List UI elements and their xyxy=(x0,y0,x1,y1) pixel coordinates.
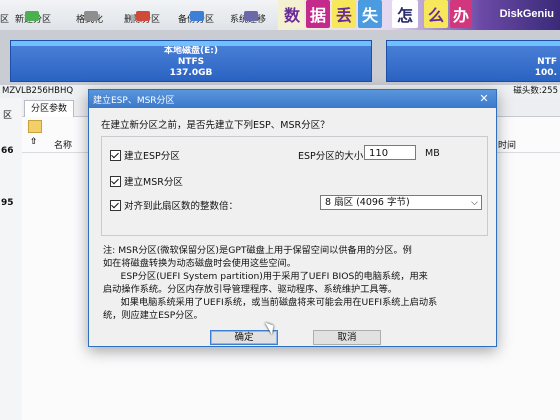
dialog-title-bar[interactable]: 建立ESP、MSR分区 ✕ xyxy=(89,90,496,108)
note-line: 注: MSR分区(微软保留分区)是GPT磁盘上用于保留空间以供备用的分区。例 xyxy=(103,245,412,256)
banner-tile: 么 xyxy=(424,0,448,28)
ok-button[interactable]: 确定 xyxy=(210,330,278,345)
align-checkbox[interactable]: 对齐到此扇区数的整数倍： xyxy=(110,198,238,212)
ad-banner[interactable]: 数 据 丢 失 怎 么 办 DiskGeniu xyxy=(278,0,560,30)
banner-tile: 数 xyxy=(280,0,304,28)
esp-checkbox-label: 建立ESP分区 xyxy=(124,151,180,162)
align-checkbox-label: 对齐到此扇区数的整数倍： xyxy=(124,201,239,212)
msr-checkbox[interactable]: 建立MSR分区 xyxy=(110,174,183,188)
banner-tile: 据 xyxy=(306,0,330,28)
note-line: ESP分区(UEFI System partition)用于采用了UEFI BI… xyxy=(103,271,428,282)
backup-partition-button[interactable]: 备份分区 xyxy=(178,11,214,25)
banner-tile: 丢 xyxy=(332,0,356,28)
format-icon xyxy=(84,11,98,21)
checkbox-checked-icon[interactable] xyxy=(110,175,121,187)
cancel-button[interactable]: 取消 xyxy=(313,330,381,345)
partition-size: 100. xyxy=(534,68,557,78)
tab-partition-params[interactable]: 分区参数 xyxy=(24,100,75,117)
partition-name: 本地磁盘(E:) xyxy=(164,46,218,56)
align-sector-select[interactable]: 8 扇区 (4096 字节) ⌵ xyxy=(320,195,482,210)
esp-size-label: ESP分区的大小: xyxy=(298,151,367,162)
esp-checkbox[interactable]: 建立ESP分区 xyxy=(110,148,180,162)
delete-icon xyxy=(136,11,150,21)
main-toolbar: 区 新建分区 格式化 删除分区 备份分区 系统迁移 数 据 丢 失 怎 么 办 … xyxy=(0,0,560,30)
partition-usage-strip xyxy=(387,41,560,46)
tree-marker: 区 xyxy=(3,111,13,121)
tree-marker: 95 xyxy=(1,198,14,208)
dialog-title: 建立ESP、MSR分区 xyxy=(93,96,175,106)
disk-map: 本地磁盘(E:) NTFS 137.0GB NTF 100. xyxy=(0,30,560,85)
folder-icon xyxy=(28,120,42,133)
partition-fs: NTFS xyxy=(177,57,205,67)
format-button[interactable]: 格式化 xyxy=(76,11,103,25)
note-line: 启动操作系统。分区内存放引导管理程序、驱动程序、系统维护工具等。 xyxy=(103,284,397,295)
dialog-body: 在建立新分区之前，是否先建立下列ESP、MSR分区？ 建立ESP分区 ESP分区… xyxy=(95,108,490,345)
esp-size-unit: MB xyxy=(425,148,440,159)
banner-tile: 办 xyxy=(450,0,472,28)
disk-heads: 磁头数:255 xyxy=(513,86,558,96)
options-group: 建立ESP分区 ESP分区的大小: 110 MB 建立MSR分区 对齐到此扇区数… xyxy=(101,136,488,236)
dialog-note: 注: MSR分区(微软保留分区)是GPT磁盘上用于保留空间以供备用的分区。例 如… xyxy=(103,244,483,322)
brand-logo-text: DiskGeniu xyxy=(499,8,554,20)
checkbox-checked-icon[interactable] xyxy=(110,199,121,211)
new-partition-button[interactable]: 新建分区 xyxy=(15,11,51,25)
partition-e[interactable]: 本地磁盘(E:) NTFS 137.0GB xyxy=(10,40,372,82)
dialog-question: 在建立新分区之前，是否先建立下列ESP、MSR分区？ xyxy=(101,120,330,131)
system-migration-button[interactable]: 系统迁移 xyxy=(230,11,266,25)
banner-tile: 怎 xyxy=(392,0,418,28)
migration-icon xyxy=(244,11,258,21)
esp-size-input[interactable]: 110 xyxy=(364,145,416,160)
checkbox-checked-icon[interactable] xyxy=(110,149,121,161)
disk-model: MZVLB256HBHQ xyxy=(2,86,74,96)
partition-next[interactable]: NTF 100. xyxy=(386,40,560,82)
name-column-header[interactable]: 名称 xyxy=(54,138,72,151)
note-line: 如果电脑系统采用了UEFI系统，或当前磁盘将来可能会用在UEFI系统上启动系 xyxy=(103,297,438,308)
msr-checkbox-label: 建立MSR分区 xyxy=(124,177,183,188)
disk-tree-panel[interactable]: 区 66 95 xyxy=(0,98,23,420)
partition-usage-strip xyxy=(11,41,371,46)
partition-size: 137.0GB xyxy=(169,68,213,78)
up-arrow-icon[interactable]: ⇧ xyxy=(30,137,38,147)
new-partition-icon xyxy=(25,11,39,21)
close-icon[interactable]: ✕ xyxy=(478,92,490,106)
time-column-header[interactable]: 时间 xyxy=(498,138,516,151)
align-select-value: 8 扇区 (4096 字节) xyxy=(325,197,410,208)
backup-icon xyxy=(190,11,204,21)
banner-tile: 失 xyxy=(358,0,382,28)
create-esp-msr-dialog: 建立ESP、MSR分区 ✕ 在建立新分区之前，是否先建立下列ESP、MSR分区？… xyxy=(88,89,497,347)
note-line: 如在将磁盘转换为动态磁盘时会使用这些空间。 xyxy=(103,258,296,269)
partition-fs: NTF xyxy=(537,57,557,67)
tree-marker: 66 xyxy=(1,146,14,156)
delete-partition-button[interactable]: 删除分区 xyxy=(124,11,160,25)
note-line: 统，则应建立ESP分区。 xyxy=(103,310,203,321)
toolbar-edge-fragment: 区 xyxy=(0,15,10,25)
chevron-down-icon[interactable]: ⌵ xyxy=(471,196,478,210)
